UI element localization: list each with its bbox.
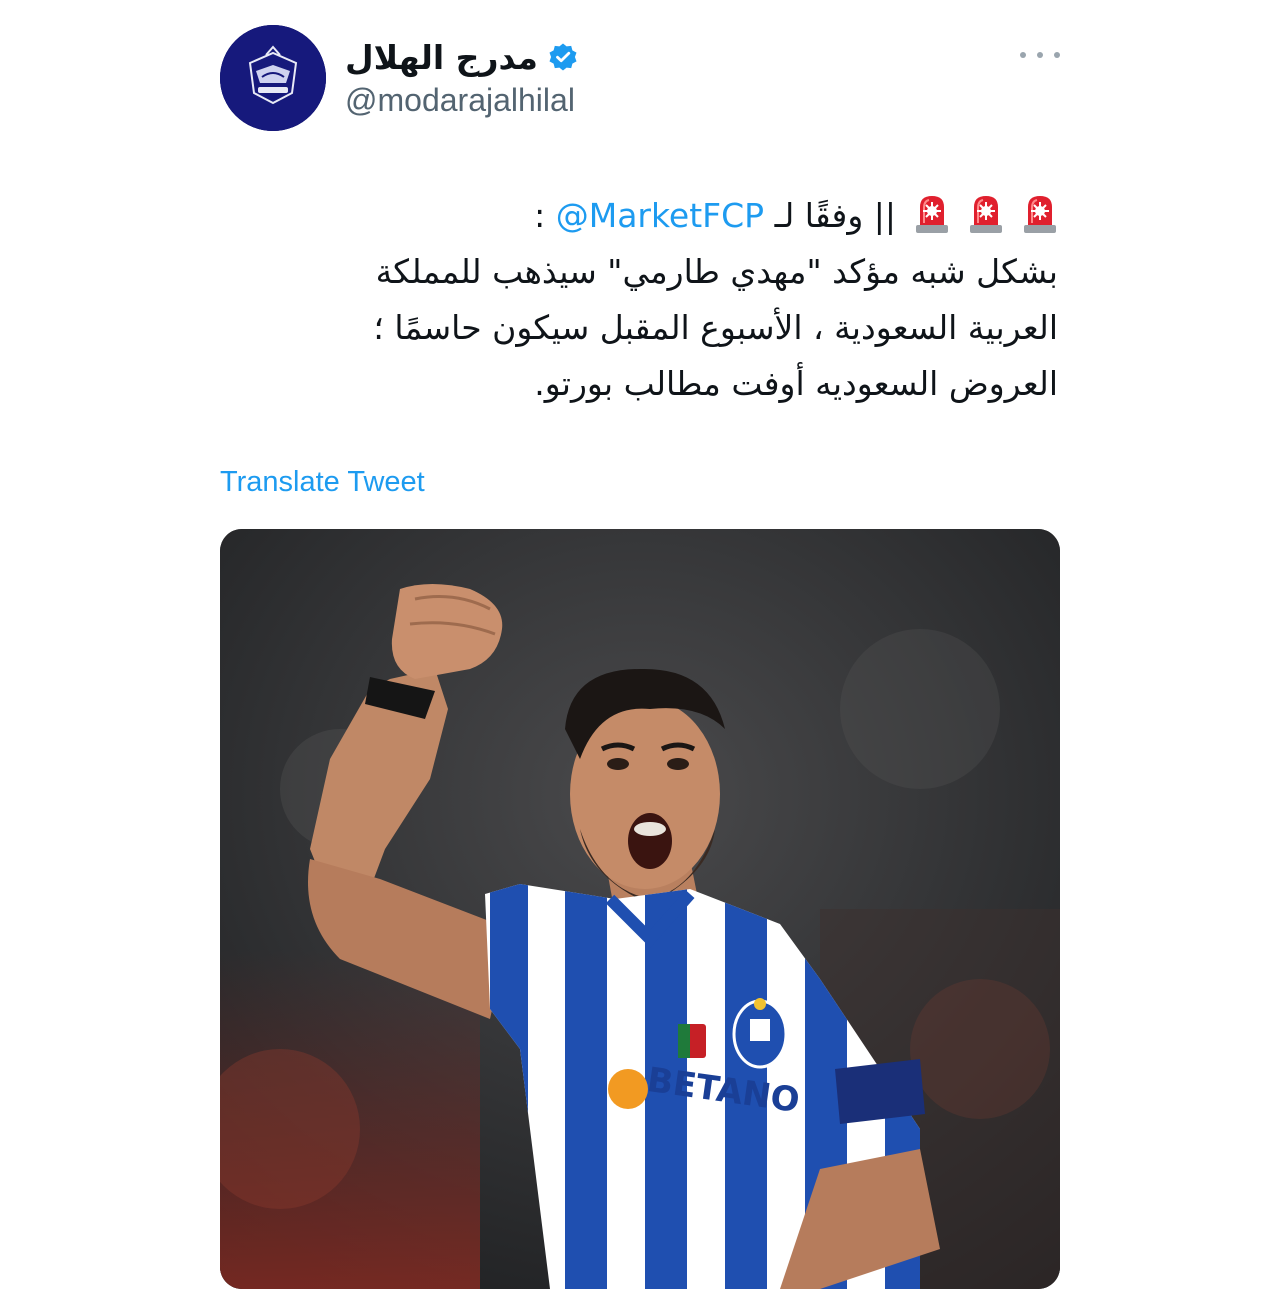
- separator-text: ||: [863, 196, 896, 235]
- verified-badge-icon: [548, 42, 578, 72]
- colon-text: :: [534, 196, 546, 235]
- mention-link[interactable]: @MarketFCP: [556, 196, 764, 235]
- source-prefix-text: وفقًا لـ: [774, 196, 864, 235]
- tweet-line-2: بشكل شبه مؤكد "مهدي طارمي" سيذهب للمملكة: [375, 252, 1058, 291]
- author-display-name[interactable]: مدرج الهلال: [345, 38, 538, 77]
- tweet-photo[interactable]: BETANO: [220, 529, 1060, 1289]
- tweet-line-3: العربية السعودية ، الأسبوع المقبل سيكون …: [373, 308, 1058, 347]
- avatar[interactable]: [220, 25, 326, 131]
- tweet-line-4: العروض السعوديه أوفت مطالب بورتو.: [534, 364, 1058, 403]
- tweet-line-1: || وفقًا لـ @MarketFCP :: [230, 188, 1058, 244]
- siren-icon: [1022, 193, 1058, 235]
- player-photo-image: BETANO: [220, 529, 1060, 1289]
- siren-icon: [968, 193, 1004, 235]
- siren-icon: [914, 193, 950, 235]
- translate-tweet-link[interactable]: Translate Tweet: [220, 466, 425, 499]
- tweet-text: || وفقًا لـ @MarketFCP : بشكل شبه مؤكد "…: [230, 188, 1058, 412]
- author-name-row: مدرج الهلال: [345, 34, 578, 80]
- tweet-card: مدرج الهلال @modarajalhilal || وفقًا لـ …: [0, 0, 1280, 1289]
- more-dots-icon[interactable]: [1020, 40, 1060, 70]
- author-handle[interactable]: @modarajalhilal: [345, 82, 575, 119]
- club-logo-icon: [220, 25, 326, 131]
